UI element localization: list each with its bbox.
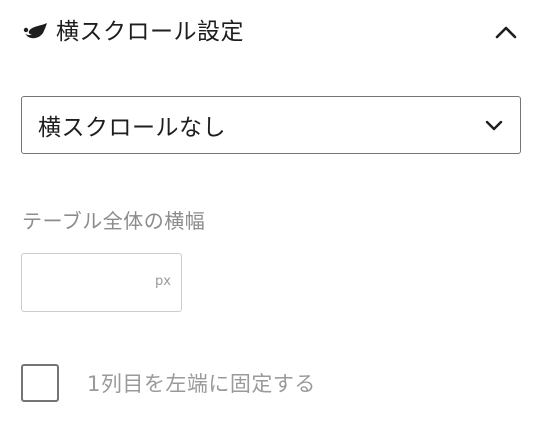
table-width-input[interactable] [22,254,147,310]
chevron-down-icon [485,120,503,131]
horizontal-scroll-settings-panel: 横スクロール設定 横スクロールなし テーブル全体の横幅 px 1列目を左端に固定… [0,0,547,448]
collapse-toggle-button[interactable] [490,18,522,46]
fix-first-column-checkbox[interactable] [21,364,59,402]
scroll-mode-selected-value: 横スクロールなし [38,115,226,141]
scroll-mode-select[interactable]: 横スクロールなし [21,96,521,154]
panel-title: 横スクロール設定 [56,19,244,45]
fix-first-column-label[interactable]: 1列目を左端に固定する [87,368,316,398]
leaf-icon [22,22,48,42]
chevron-up-icon [495,26,517,39]
table-width-field: px [21,253,182,312]
fix-first-column-row: 1列目を左端に固定する [21,364,316,402]
table-width-label: テーブル全体の横幅 [22,209,206,233]
panel-header[interactable]: 横スクロール設定 [22,12,524,52]
unit-suffix: px [155,274,171,289]
